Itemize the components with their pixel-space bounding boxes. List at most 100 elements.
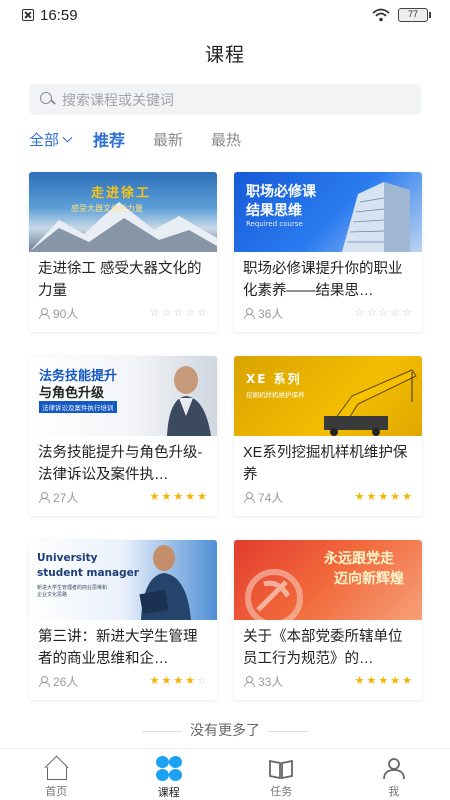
star-empty-icon: ☆ <box>149 306 160 319</box>
star-empty-icon: ☆ <box>197 674 207 687</box>
course-icon <box>155 756 183 781</box>
course-card[interactable]: XE 系列 挖掘机样机维护保养 XE系列挖掘机样机维护保养 74人 ★ ★ ★ ★ ★ <box>234 356 422 516</box>
course-title: 第三讲：新进大学生管理者的商业思维和企… <box>38 629 198 667</box>
thumb-line3: Required course <box>246 220 303 228</box>
thumb-line2: 结果思维 <box>246 203 302 219</box>
learner-count: 90人 <box>53 306 79 321</box>
thumb-line1: 走进徐工 <box>91 186 152 201</box>
star-empty-icon: ☆ <box>402 306 412 319</box>
rating-stars: ☆ ☆ ☆ ☆ ☆ <box>149 306 207 319</box>
person-icon <box>38 491 50 503</box>
chevron-down-icon <box>62 132 73 142</box>
star-filled-icon: ★ <box>402 674 412 687</box>
course-thumbnail: 法务技能提升 与角色升级 法律诉讼及案件执行培训 <box>29 356 217 436</box>
star-filled-icon: ★ <box>378 490 389 503</box>
star-filled-icon: ★ <box>149 490 160 503</box>
course-title: 职场必修课提升你的职业化素养——结果思… <box>243 261 403 299</box>
course-title: XE系列挖掘机样机维护保养 <box>243 445 408 483</box>
star-filled-icon: ★ <box>149 674 160 687</box>
course-thumbnail: 职场必修课 结果思维 Required course <box>234 172 422 252</box>
learner-count: 74人 <box>258 490 284 505</box>
person-icon <box>38 675 50 687</box>
star-filled-icon: ★ <box>390 490 401 503</box>
no-more-text: 没有更多了 <box>0 720 450 740</box>
learner-count: 26人 <box>53 674 79 689</box>
star-filled-icon: ★ <box>185 490 196 503</box>
thumb-line1: 永远跟党走 <box>324 551 394 567</box>
star-empty-icon: ☆ <box>173 306 184 319</box>
page-title: 课程 <box>204 45 245 66</box>
status-bar: 16:59 77 <box>0 0 450 30</box>
nav-courses-label: 课程 <box>157 787 180 799</box>
star-empty-icon: ☆ <box>197 306 207 319</box>
star-empty-icon: ☆ <box>185 306 196 319</box>
thumb-line1: XE 系列 <box>246 372 302 386</box>
thumb-line1: 职场必修课 <box>246 184 316 200</box>
star-filled-icon: ★ <box>378 674 389 687</box>
filter-all-label: 全部 <box>29 131 60 149</box>
course-meta: 90人 ☆ ☆ ☆ ☆ ☆ <box>38 306 207 321</box>
course-thumbnail: 永远跟党走 迈向新辉煌 <box>234 540 422 620</box>
thumb-line2: 感受大器文化的力量 <box>71 204 143 213</box>
thumb-line2: 与角色升级 <box>39 386 105 401</box>
person-icon <box>243 307 255 319</box>
tab-latest[interactable]: 最新 <box>153 129 183 150</box>
star-filled-icon: ★ <box>173 674 184 687</box>
search-bar[interactable] <box>29 84 421 115</box>
star-empty-icon: ☆ <box>161 306 172 319</box>
status-time: 16:59 <box>40 6 78 24</box>
star-filled-icon: ★ <box>185 674 196 687</box>
star-filled-icon: ★ <box>366 674 377 687</box>
battery-indicator: 77 <box>398 8 431 22</box>
star-empty-icon: ☆ <box>390 306 401 319</box>
star-empty-icon: ☆ <box>378 306 389 319</box>
course-title: 关于《本部党委所辖单位员工行为规范》的… <box>243 629 403 667</box>
learner-count: 36人 <box>258 306 284 321</box>
star-filled-icon: ★ <box>197 490 207 503</box>
nav-home[interactable]: 首页 <box>0 749 113 800</box>
course-card[interactable]: University student manager 新进大学生管理者的商业思维… <box>29 540 217 700</box>
thumb-line2: student manager <box>37 567 139 579</box>
course-meta: 27人 ★ ★ ★ ★ ★ <box>38 490 207 505</box>
course-card[interactable]: 永远跟党走 迈向新辉煌 关于《本部党委所辖单位员工行为规范》的… 33人 ★ ★ ★… <box>234 540 422 700</box>
search-input[interactable] <box>62 91 382 108</box>
search-icon <box>39 91 56 108</box>
thumb-line2: 迈向新辉煌 <box>334 571 404 587</box>
learner-count: 33人 <box>258 674 284 689</box>
star-filled-icon: ★ <box>354 674 365 687</box>
person-icon <box>38 307 50 319</box>
course-thumbnail: University student manager 新进大学生管理者的商业思维… <box>29 540 217 620</box>
course-title: 法务技能提升与角色升级-法律诉讼及案件执… <box>38 445 203 483</box>
thumb-line1: University <box>37 552 98 564</box>
tab-hottest[interactable]: 最热 <box>211 129 241 150</box>
notification-close-icon <box>22 9 34 21</box>
star-filled-icon: ★ <box>161 674 172 687</box>
course-meta: 33人 ★ ★ ★ ★ ★ <box>243 674 412 689</box>
rating-stars: ★ ★ ★ ★ ★ <box>355 490 412 503</box>
tab-recommended[interactable]: 推荐 <box>93 127 125 151</box>
nav-home-label: 首页 <box>45 786 68 798</box>
task-icon <box>269 759 294 780</box>
wifi-icon <box>372 8 390 22</box>
nav-tasks[interactable]: 任务 <box>225 749 338 800</box>
rating-stars: ★ ★ ★ ★ ★ <box>149 490 207 503</box>
rating-stars: ★ ★ ★ ★ ☆ <box>149 674 207 687</box>
star-empty-icon: ☆ <box>354 306 365 319</box>
star-filled-icon: ★ <box>390 674 401 687</box>
thumb-line3: 法律诉讼及案件执行培训 <box>39 401 117 413</box>
course-card[interactable]: 走进徐工 感受大器文化的力量 走进徐工 感受大器文化的力量 90人 ☆ ☆ ☆ ☆ ☆ <box>29 172 217 332</box>
user-icon <box>382 758 405 780</box>
nav-me[interactable]: 我 <box>338 749 450 800</box>
home-icon <box>43 756 69 780</box>
nav-courses[interactable]: 课程 <box>113 749 226 800</box>
star-filled-icon: ★ <box>366 490 377 503</box>
course-card[interactable]: 法务技能提升 与角色升级 法律诉讼及案件执行培训 法务技能提升与角色升级-法律诉… <box>29 356 217 516</box>
rating-stars: ★ ★ ★ ★ ★ <box>354 674 412 687</box>
star-empty-icon: ☆ <box>366 306 377 319</box>
person-icon <box>243 491 255 503</box>
course-card[interactable]: 职场必修课 结果思维 Required course 职场必修课提升你的职业化素… <box>234 172 422 332</box>
course-meta: 26人 ★ ★ ★ ★ ☆ <box>38 674 207 689</box>
course-thumbnail: XE 系列 挖掘机样机维护保养 <box>234 356 422 436</box>
course-meta: 36人 ☆ ☆ ☆ ☆ ☆ <box>243 306 412 321</box>
filter-all-dropdown[interactable]: 全部 <box>29 129 73 150</box>
